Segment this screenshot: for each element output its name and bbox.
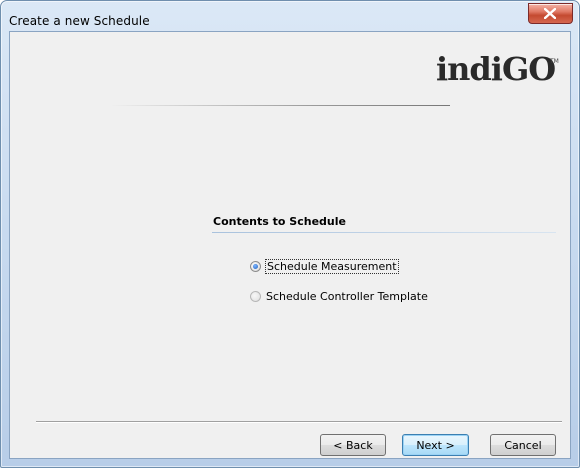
option-label[interactable]: Schedule Measurement <box>265 258 399 274</box>
next-button[interactable]: Next > <box>402 434 469 456</box>
back-button[interactable]: < Back <box>320 434 386 456</box>
footer-divider <box>36 421 562 422</box>
dialog-content: indiGO TM Contents to Schedule Schedule … <box>9 31 571 459</box>
close-button[interactable] <box>528 3 573 24</box>
logo-trademark: TM <box>550 58 559 65</box>
logo-text: indiGO <box>436 50 556 88</box>
radio-button-unselected[interactable] <box>250 290 261 302</box>
option-schedule-measurement[interactable]: Schedule Measurement <box>250 258 399 274</box>
option-schedule-controller-template[interactable]: Schedule Controller Template <box>250 288 428 304</box>
logo-divider <box>110 105 450 106</box>
option-label[interactable]: Schedule Controller Template <box>266 290 428 303</box>
cancel-button[interactable]: Cancel <box>490 434 556 456</box>
window-title: Create a new Schedule <box>9 14 150 28</box>
dialog-window: Create a new Schedule indiGO TM Contents… <box>0 0 580 468</box>
indigo-logo: indiGO TM <box>436 50 562 102</box>
section-title: Contents to Schedule <box>213 215 346 228</box>
close-icon <box>544 8 556 19</box>
radio-button-selected[interactable] <box>250 260 261 272</box>
section-divider <box>212 232 556 233</box>
